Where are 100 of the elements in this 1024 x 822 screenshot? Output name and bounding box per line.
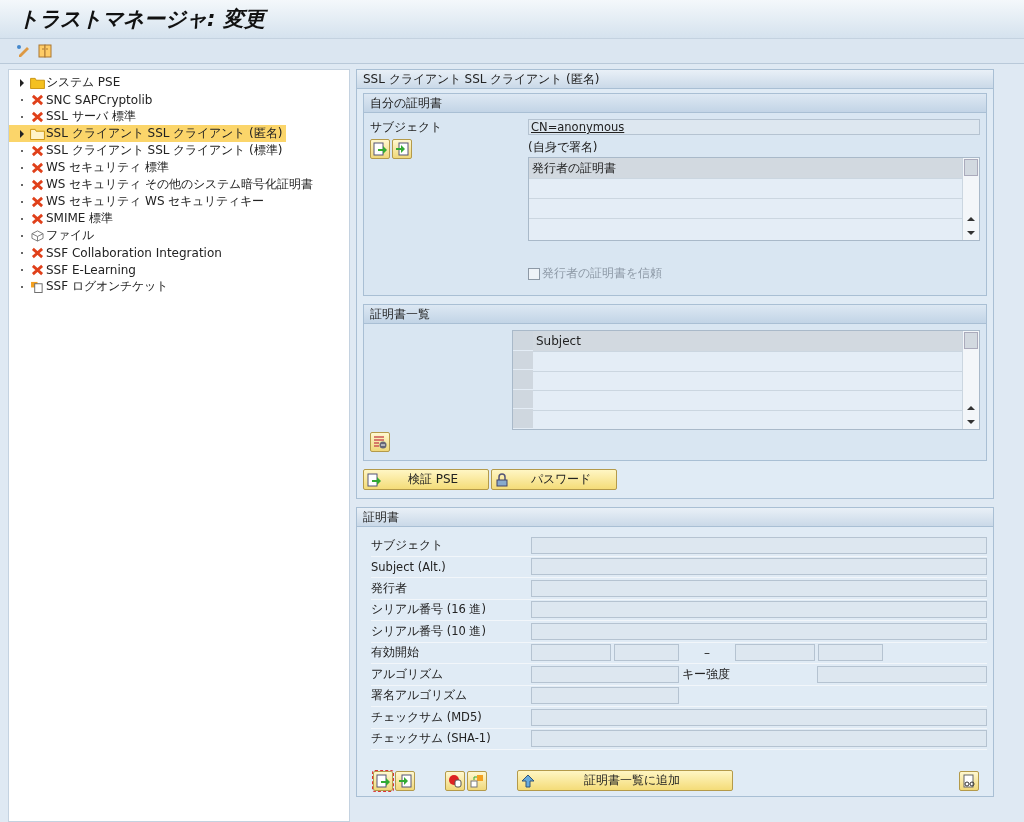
- list-minus-icon: [373, 435, 387, 449]
- scrollbar[interactable]: [962, 158, 979, 240]
- field-label: アルゴリズム: [371, 666, 444, 682]
- cross-icon: [30, 195, 45, 208]
- input-field[interactable]: [531, 687, 679, 705]
- add-to-list-button[interactable]: 証明書一覧に追加: [517, 770, 733, 791]
- time-field[interactable]: [614, 644, 679, 662]
- field-label: キー強度: [682, 665, 731, 683]
- cross-icon: [30, 212, 45, 225]
- column-settings-button[interactable]: [964, 332, 978, 349]
- cross-icon: [30, 178, 45, 191]
- tree-item-label: SMIME 標準: [46, 210, 114, 227]
- row-selector[interactable]: [513, 350, 533, 371]
- cross-icon: [30, 93, 45, 106]
- view-button[interactable]: [959, 770, 979, 791]
- input-field[interactable]: [531, 665, 679, 683]
- folder-icon: [30, 127, 45, 140]
- cross-icon: [30, 263, 45, 276]
- tree-item-label: SSF E-Learning: [46, 262, 136, 277]
- expand-arrow-icon[interactable]: [19, 78, 25, 87]
- input-field[interactable]: [817, 665, 987, 683]
- padlock-icon: [495, 472, 509, 487]
- field-label: サブジェクト: [371, 537, 444, 553]
- input-field[interactable]: [531, 536, 987, 554]
- export-button[interactable]: [392, 139, 412, 159]
- time-field[interactable]: [818, 644, 883, 662]
- tree-item-label: ファイル: [46, 227, 94, 244]
- expand-arrow-icon[interactable]: [19, 129, 25, 138]
- group-title: 自分の証明書: [364, 94, 986, 113]
- tree-item[interactable]: ファイル: [9, 227, 98, 244]
- input-field[interactable]: [531, 708, 987, 726]
- cube-icon: [30, 229, 45, 242]
- cross-icon: [30, 161, 45, 174]
- panel-title: 証明書: [357, 508, 993, 527]
- remove-entry-button[interactable]: [370, 432, 390, 452]
- input-field[interactable]: [531, 730, 987, 748]
- field-label: Subject (Alt.): [371, 559, 447, 574]
- cross-icon: [30, 246, 45, 259]
- field-label: 署名アルゴリズム: [371, 688, 468, 704]
- column-header[interactable]: 発行者の証明書: [529, 158, 962, 178]
- tree-item[interactable]: SSF ログオンチケット: [9, 278, 172, 295]
- stop-hand-icon: [448, 773, 462, 788]
- tree-item-label: WS セキュリティ 標準: [46, 159, 170, 176]
- panel-title: SSL クライアント SSL クライアント (匿名): [357, 70, 993, 89]
- tree-item-label: SSF ログオンチケット: [46, 278, 168, 295]
- action-button[interactable]: パスワード: [491, 469, 617, 490]
- scroll-up-icon[interactable]: [967, 405, 975, 411]
- cross-icon: [30, 110, 45, 123]
- import-button[interactable]: [370, 139, 390, 159]
- tree-item[interactable]: SSF Collaboration Integration: [9, 244, 226, 261]
- row-selector[interactable]: [513, 409, 533, 429]
- input-field[interactable]: [531, 558, 987, 576]
- tree-item[interactable]: SNC SAPCryptolib: [9, 91, 157, 108]
- scroll-down-icon[interactable]: [967, 230, 975, 236]
- tree-item[interactable]: システム PSE: [9, 74, 125, 91]
- subject-field[interactable]: CN=anonymous: [528, 119, 980, 135]
- tree-item[interactable]: SSF E-Learning: [9, 261, 140, 278]
- signed-note: (自身で署名): [528, 139, 599, 156]
- stop-button[interactable]: [445, 770, 465, 791]
- swap-button[interactable]: [467, 770, 487, 791]
- row-selector[interactable]: [513, 389, 533, 410]
- field-label: シリアル番号 (10 進): [371, 623, 487, 639]
- date-field[interactable]: [735, 644, 815, 662]
- table-corner[interactable]: [513, 331, 533, 351]
- field-label: 発行者: [371, 580, 408, 596]
- input-field[interactable]: [531, 601, 987, 619]
- tree-item-label: システム PSE: [46, 74, 121, 91]
- field-label: チェックサム (SHA-1): [371, 731, 492, 747]
- range-separator: –: [703, 645, 711, 660]
- tree-item[interactable]: SSL サーバ 標準: [9, 108, 140, 125]
- export-button[interactable]: [395, 770, 415, 791]
- folder-icon: [30, 76, 45, 89]
- tree-item[interactable]: SMIME 標準: [9, 210, 118, 227]
- import-button[interactable]: [373, 770, 393, 791]
- field-label: 有効開始: [371, 645, 420, 661]
- tree-item-label: SSF Collaboration Integration: [46, 245, 222, 260]
- edit-pencil-icon[interactable]: [14, 42, 32, 60]
- column-header[interactable]: Subject: [533, 331, 962, 351]
- tree-item[interactable]: WS セキュリティ WS セキュリティキー: [9, 193, 269, 210]
- document-glasses-icon: [962, 773, 976, 788]
- column-settings-button[interactable]: [964, 159, 978, 176]
- tree-item[interactable]: WS セキュリティ 標準: [9, 159, 174, 176]
- action-button[interactable]: 検証 PSE: [363, 469, 489, 490]
- scroll-up-icon[interactable]: [967, 216, 975, 222]
- swap-icon: [470, 773, 484, 788]
- row-selector[interactable]: [513, 370, 533, 390]
- tree-item-label: SNC SAPCryptolib: [46, 92, 153, 107]
- field-label: シリアル番号 (16 進): [371, 602, 487, 618]
- input-field[interactable]: [531, 579, 987, 597]
- tree-item-label: WS セキュリティ WS セキュリティキー: [46, 193, 265, 210]
- scrollbar[interactable]: [962, 331, 979, 429]
- cross-icon: [30, 144, 45, 157]
- input-field[interactable]: [531, 622, 987, 640]
- field-label: チェックサム (MD5): [371, 709, 483, 725]
- tree-item-label: SSL サーバ 標準: [46, 108, 136, 125]
- date-field[interactable]: [531, 644, 611, 662]
- group-title: 証明書一覧: [364, 305, 986, 324]
- scroll-down-icon[interactable]: [967, 419, 975, 425]
- upload-arrow-icon: [521, 773, 535, 788]
- field-label: サブジェクト: [370, 118, 443, 136]
